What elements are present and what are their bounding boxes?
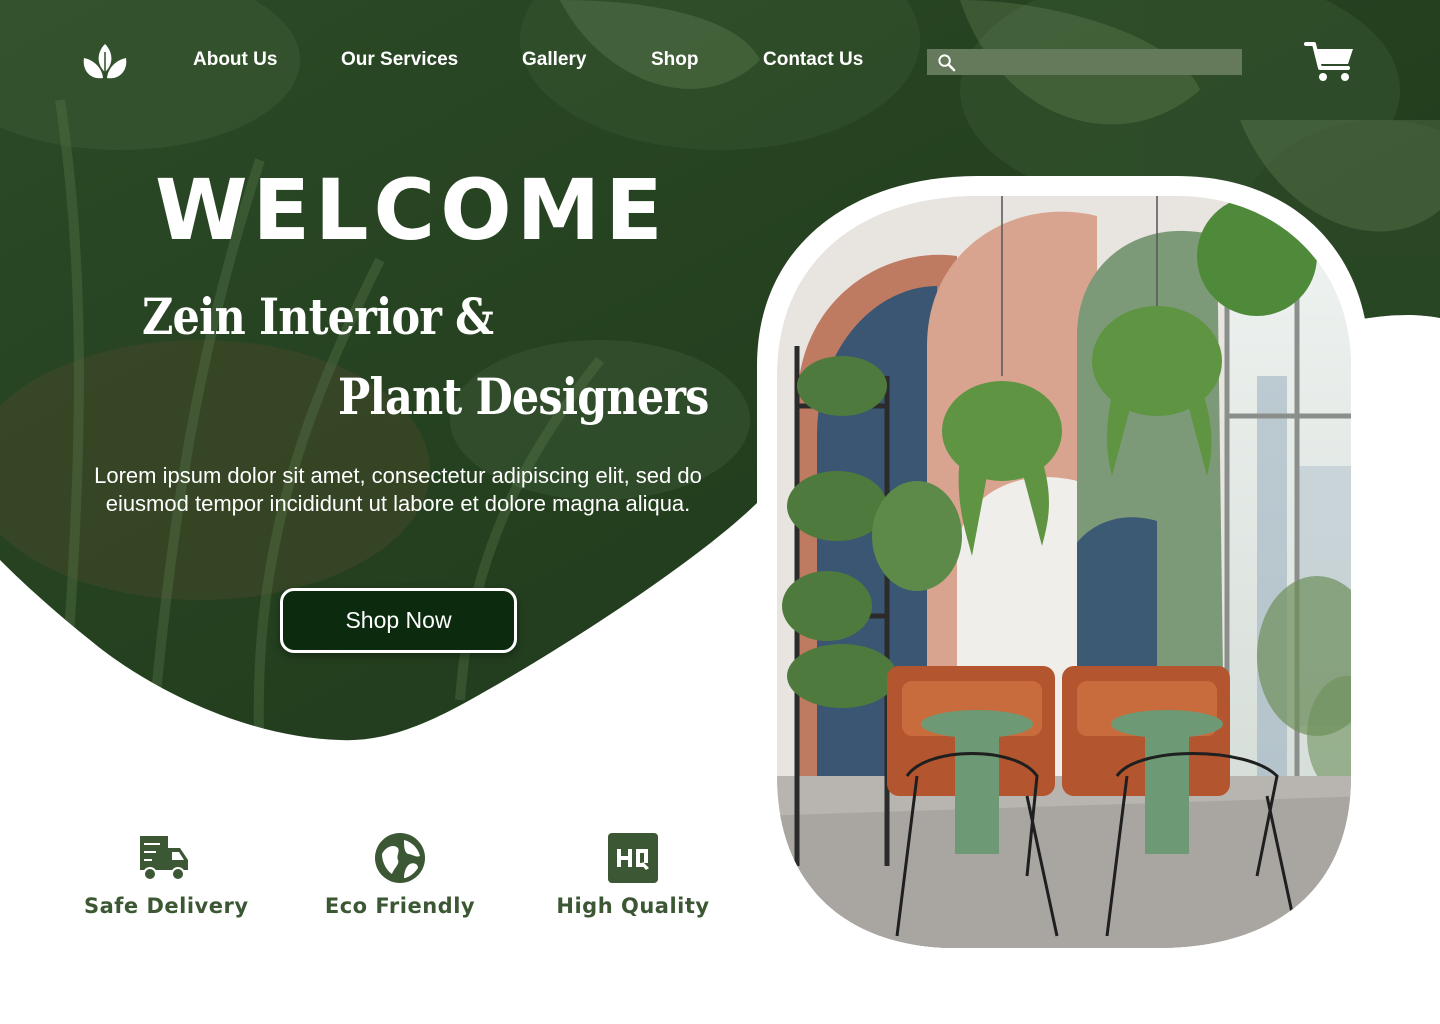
hero-description: Lorem ipsum dolor sit amet, consectetur …	[94, 463, 702, 516]
shop-now-button[interactable]: Shop Now	[280, 588, 517, 653]
welcome-heading: WELCOME	[155, 161, 668, 259]
nav-contact-us[interactable]: Contact Us	[763, 49, 863, 71]
feature-eco-friendly: Eco Friendly	[320, 832, 480, 918]
interior-photo	[757, 176, 1369, 968]
delivery-truck-icon	[140, 836, 188, 881]
shopping-cart-icon[interactable]	[1304, 40, 1356, 84]
tagline-line1: Zein Interior &	[142, 287, 494, 346]
feature-label: High Quality	[556, 894, 710, 918]
feature-label: Safe Delivery	[84, 894, 249, 918]
feature-safe-delivery: Safe Delivery	[84, 832, 249, 918]
search-input[interactable]	[965, 49, 1235, 75]
search-bar[interactable]	[927, 49, 1242, 75]
landing-page: About Us Our Services Gallery Shop Conta…	[0, 0, 1440, 1024]
nav-shop[interactable]: Shop	[651, 49, 699, 71]
feature-high-quality: High Quality	[553, 832, 713, 918]
search-icon	[938, 54, 956, 72]
feature-label: Eco Friendly	[324, 894, 476, 918]
nav-about-us[interactable]: About Us	[193, 49, 277, 71]
globe-icon	[375, 833, 425, 883]
leaf-logo-icon[interactable]	[78, 40, 132, 84]
tagline-line2: Plant Designers	[338, 367, 709, 426]
nav-gallery[interactable]: Gallery	[522, 49, 586, 71]
hq-badge-icon	[608, 833, 658, 883]
nav-our-services[interactable]: Our Services	[341, 49, 458, 71]
